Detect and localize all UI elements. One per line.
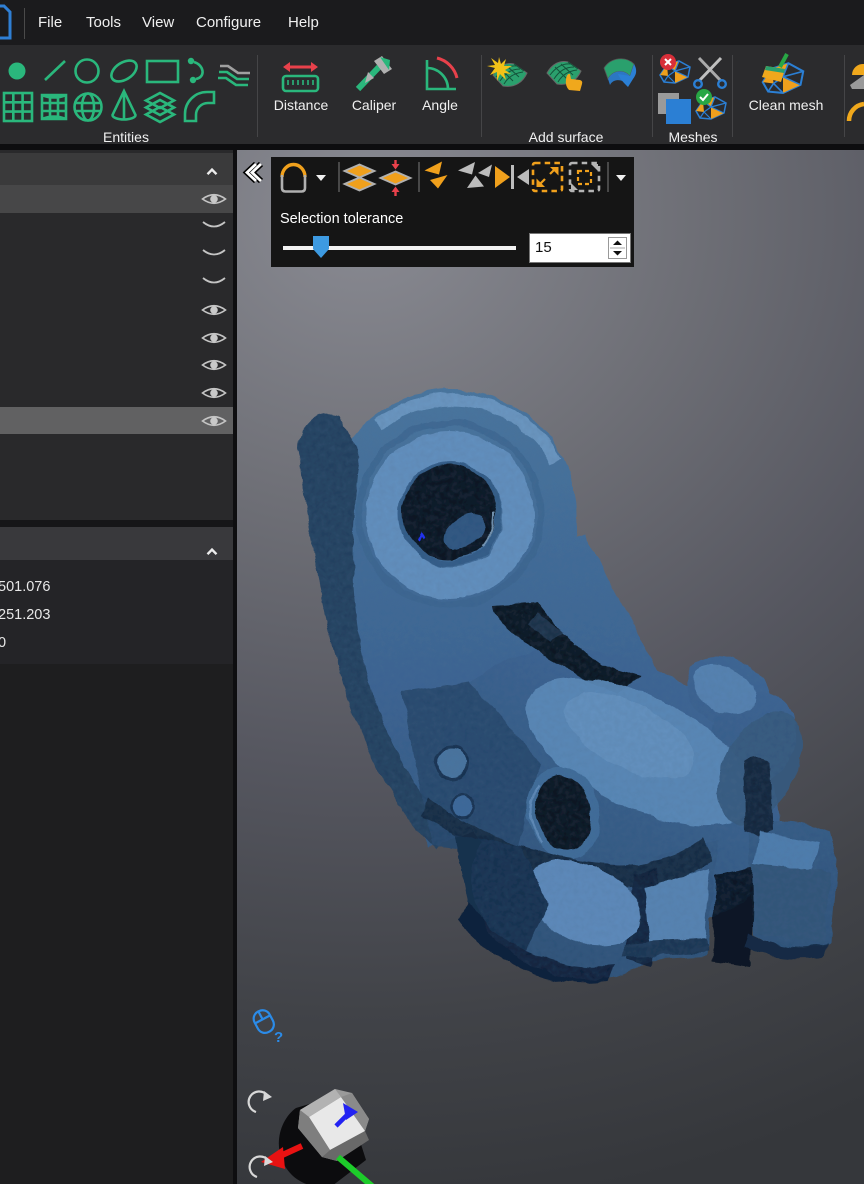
- svg-text:251.203: 251.203: [0, 607, 50, 623]
- svg-text:?: ?: [274, 1029, 283, 1046]
- svg-text:0: 0: [0, 635, 6, 651]
- svg-text:501.076: 501.076: [0, 579, 50, 595]
